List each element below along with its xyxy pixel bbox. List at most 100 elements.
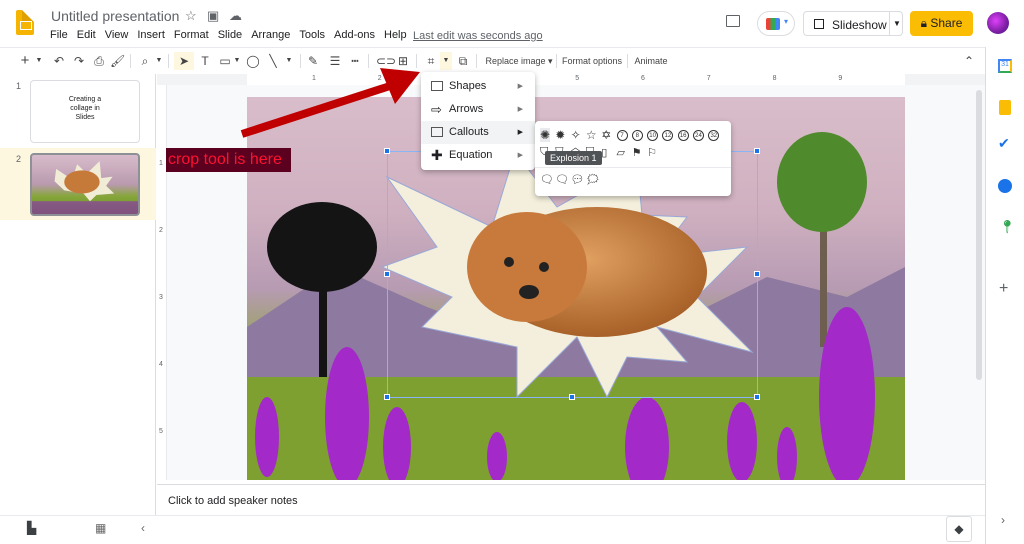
last-edit-link[interactable]: Last edit was seconds ago bbox=[413, 30, 543, 42]
grid-view-icon[interactable]: ▦ bbox=[95, 521, 106, 535]
callout-shape[interactable]: ✹ bbox=[555, 128, 565, 142]
menu-item-equation[interactable]: ✚ Equation ▶ bbox=[421, 144, 535, 167]
menu-item-arrows[interactable]: ⇨ Arrows ▶ bbox=[421, 98, 535, 121]
annotation-arrow bbox=[240, 68, 420, 138]
callout-shape[interactable]: 24 bbox=[693, 130, 704, 141]
resize-handle[interactable] bbox=[754, 271, 760, 277]
square-icon bbox=[431, 81, 443, 91]
callout-icon bbox=[431, 127, 443, 137]
select-icon[interactable]: ➤ bbox=[174, 52, 194, 70]
explosion-1-shape[interactable]: ✺ bbox=[540, 128, 551, 142]
move-folder-icon[interactable]: ▣ bbox=[207, 8, 219, 24]
callout-shape[interactable]: 32 bbox=[708, 130, 720, 141]
meet-button[interactable]: ▾ bbox=[757, 11, 795, 36]
tasks-icon[interactable]: ✔ bbox=[998, 135, 1010, 152]
slideshow-dropdown[interactable]: ▼ bbox=[889, 12, 904, 35]
filmstrip-view-icon[interactable]: ▙ bbox=[27, 521, 36, 535]
slideshow-label: Slideshow bbox=[832, 18, 887, 32]
collapse-toolbar-icon[interactable]: ⌃ bbox=[962, 52, 976, 70]
format-options-button[interactable]: Format options bbox=[561, 52, 623, 70]
zoom-icon[interactable]: ⌕ bbox=[138, 52, 152, 70]
banner-shape[interactable]: ⚐ bbox=[647, 146, 657, 159]
animate-button[interactable]: Animate bbox=[633, 52, 669, 70]
present-icon bbox=[814, 19, 824, 29]
callout-shape[interactable]: 16 bbox=[677, 130, 689, 141]
menu-help[interactable]: Help bbox=[384, 29, 407, 41]
ruler-label: 6 bbox=[641, 75, 645, 82]
resize-handle[interactable] bbox=[569, 394, 575, 400]
menu-edit[interactable]: Edit bbox=[77, 29, 96, 41]
speech-bubble-shape[interactable]: 🗨︎ bbox=[540, 173, 554, 186]
resize-handle[interactable] bbox=[754, 148, 760, 154]
ruler-label: 5 bbox=[575, 75, 580, 82]
undo-icon[interactable]: ↶ bbox=[52, 52, 66, 70]
text-box-icon[interactable]: T bbox=[198, 52, 212, 70]
menu-tools[interactable]: Tools bbox=[299, 29, 325, 41]
menu-item-shapes[interactable]: Shapes ▶ bbox=[421, 75, 535, 98]
speech-bubble-shape[interactable]: 💬︎ bbox=[571, 173, 585, 186]
callout-shape[interactable]: 8 bbox=[631, 130, 643, 141]
avatar[interactable] bbox=[987, 12, 1009, 34]
replace-image-button[interactable]: Replace image ▾ bbox=[484, 52, 554, 70]
star-icon[interactable]: ☆ bbox=[185, 8, 197, 24]
expand-panel-icon[interactable]: › bbox=[1001, 513, 1005, 527]
new-slide-dropdown[interactable]: ▼ bbox=[34, 52, 44, 70]
paint-format-icon[interactable]: 🖌︎ bbox=[110, 52, 125, 70]
menu-file[interactable]: File bbox=[50, 29, 68, 41]
share-label: Share bbox=[930, 16, 963, 30]
canvas-scrollbar[interactable] bbox=[976, 90, 982, 380]
callout-shape[interactable]: ☆ bbox=[586, 128, 597, 142]
new-slide-icon[interactable]: + bbox=[18, 52, 32, 70]
zoom-dropdown[interactable]: ▼ bbox=[154, 52, 164, 70]
document-title[interactable]: Untitled presentation bbox=[51, 8, 179, 24]
tooltip: Explosion 1 bbox=[545, 151, 602, 165]
menu-addons[interactable]: Add-ons bbox=[334, 29, 375, 41]
calendar-icon[interactable]: 31 bbox=[998, 59, 1012, 73]
menu-arrange[interactable]: Arrange bbox=[251, 29, 290, 41]
keep-icon[interactable] bbox=[999, 100, 1011, 115]
resize-handle[interactable] bbox=[754, 394, 760, 400]
menu-format[interactable]: Format bbox=[174, 29, 209, 41]
callout-shape[interactable]: 12 bbox=[662, 130, 674, 141]
print-icon[interactable]: ⎙ bbox=[92, 52, 106, 70]
share-button[interactable]: 🔒︎ Share bbox=[910, 11, 973, 36]
plus-icon: ✚ bbox=[431, 147, 443, 163]
slide-thumbnail-1[interactable]: Creating a collage in Slides bbox=[30, 80, 140, 143]
ruler-label: 7 bbox=[706, 75, 711, 82]
reset-image-icon[interactable]: ⧉ bbox=[456, 52, 470, 70]
callout-shape[interactable]: 10 bbox=[647, 130, 659, 141]
arrow-icon: ⇨ bbox=[431, 102, 442, 117]
collapse-panel-icon[interactable]: ‹ bbox=[141, 521, 145, 535]
menu-bar: File Edit View Insert Format Slide Arran… bbox=[50, 29, 416, 41]
menu-view[interactable]: View bbox=[105, 29, 129, 41]
redo-icon[interactable]: ↷ bbox=[72, 52, 86, 70]
annotation-label: crop tool is here bbox=[166, 148, 291, 172]
menu-slide[interactable]: Slide bbox=[218, 29, 242, 41]
menu-item-callouts[interactable]: Callouts ▶ bbox=[421, 121, 535, 144]
slide-thumbnail-2[interactable] bbox=[30, 153, 140, 216]
banner-shape[interactable]: ⚑ bbox=[632, 146, 642, 159]
speech-bubble-shape[interactable]: 🗨︎ bbox=[555, 173, 569, 186]
slide-number: 2 bbox=[16, 154, 22, 164]
mask-image-dropdown[interactable]: ▼ bbox=[440, 52, 452, 70]
banner-shape[interactable]: ▱ bbox=[617, 146, 625, 159]
resize-handle[interactable] bbox=[384, 271, 390, 277]
callout-shape[interactable]: ✧ bbox=[571, 128, 581, 142]
slides-logo[interactable] bbox=[16, 10, 34, 35]
add-addon-icon[interactable]: + bbox=[999, 280, 1008, 298]
ruler-label: 8 bbox=[772, 75, 777, 82]
vertical-ruler bbox=[157, 85, 167, 480]
slideshow-button[interactable]: Slideshow ▼ bbox=[803, 11, 903, 36]
speech-bubble-shape[interactable]: 🗯︎ bbox=[586, 173, 600, 186]
speaker-notes[interactable]: Click to add speaker notes bbox=[157, 484, 985, 515]
resize-handle[interactable] bbox=[384, 394, 390, 400]
cloud-status-icon[interactable]: ☁ bbox=[229, 8, 242, 24]
explore-icon[interactable]: ◆ bbox=[946, 516, 972, 542]
menu-insert[interactable]: Insert bbox=[137, 29, 165, 41]
comments-icon[interactable] bbox=[726, 15, 740, 27]
banner-shape[interactable]: ▯ bbox=[601, 146, 607, 159]
callout-shape[interactable]: 7 bbox=[616, 130, 628, 141]
contacts-icon[interactable] bbox=[998, 179, 1012, 193]
callout-shape[interactable]: ✡ bbox=[601, 128, 611, 142]
maps-icon[interactable]: 📍︎ bbox=[999, 219, 1016, 235]
